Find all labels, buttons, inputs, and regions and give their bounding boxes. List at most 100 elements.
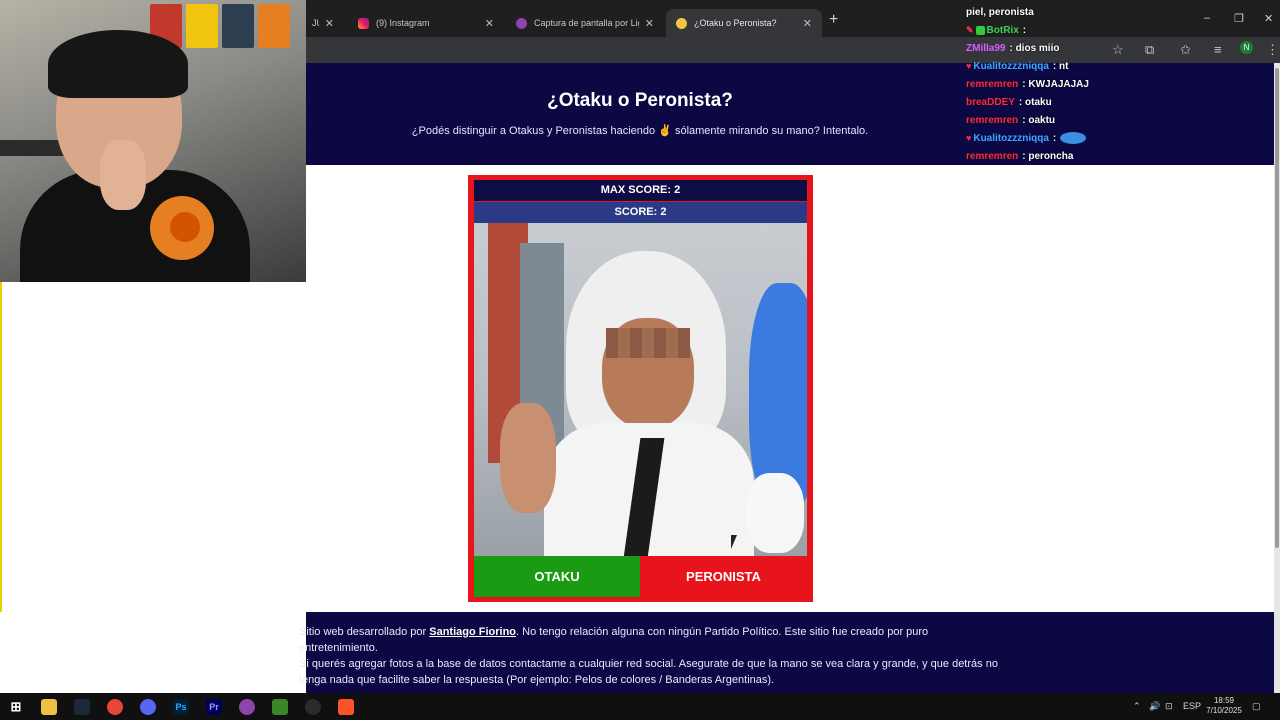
chat-message: piel, peronista [966,3,1146,21]
chat-text: dios miio [1015,42,1060,54]
chat-message: ♥ Kualitozzzniqqa: [966,129,1146,147]
chat-username: Kualitozzzniqqa [973,132,1049,144]
chat-text: peroncha [1028,150,1074,162]
brave-icon[interactable] [338,699,354,715]
new-tab-button[interactable]: + [829,11,838,29]
tab-close-icon[interactable]: ✕ [803,17,812,30]
steam-icon[interactable] [74,699,90,715]
footer-text: Sitio web desarrollado por [299,626,430,638]
scrollbar-thumb[interactable] [1275,68,1279,548]
chat-username: remremren [966,78,1019,90]
extensions-icon[interactable]: ⧉ [1145,42,1154,58]
windows-taskbar: ⊞ Ps Pr ⌃ 🔊 ⊡ ESP 18:59 7/10/2025 ▢ [0,693,1280,720]
game-card: MAX SCORE: 2 SCORE: 2 OTAKU PERONISTA [468,175,813,602]
minimize-button[interactable]: – [1204,12,1210,24]
network-icon[interactable]: ⊡ [1165,701,1173,712]
wall-poster [222,4,254,48]
tab-label: ¿Otaku o Peronista? [694,18,777,28]
tab-partial[interactable]: JUE ✕ [302,9,344,37]
chat-message: ♥ Kualitozzzniqqa: nt [966,57,1146,75]
wall-poster [186,4,218,48]
chat-separator: : [1022,24,1027,36]
microphone-grill [170,212,200,242]
tab-close-icon[interactable]: ✕ [645,17,654,30]
chat-username: Kualitozzzniqqa [973,60,1049,72]
tray-chevron-icon[interactable]: ⌃ [1133,701,1141,712]
volume-icon[interactable]: 🔊 [1149,701,1160,712]
tab-lightshot[interactable]: Captura de pantalla por Lightsh... ✕ [506,9,664,37]
chat-username: remremren [966,150,1019,162]
tab-instagram[interactable]: (9) Instagram ✕ [348,9,504,37]
streamer-hand [100,140,146,210]
photo-eye-blur [606,328,690,358]
chrome-icon[interactable] [107,699,123,715]
photo-glove-hand [746,473,804,553]
instagram-icon [358,17,369,29]
media-control-icon[interactable]: ≡ [1214,42,1222,57]
heart-badge-icon: ♥ [966,61,972,71]
page-left-margin [0,282,306,612]
app-icon[interactable] [239,699,255,715]
mouse-cursor-icon [731,535,743,549]
peronista-button[interactable]: PERONISTA [640,556,807,597]
chat-message: ZMilla99: dios miio [966,39,1146,57]
photoshop-icon[interactable]: Ps [173,699,189,715]
premiere-icon[interactable]: Pr [206,699,222,715]
streamer-hair [48,30,188,98]
footer-submit-info: Si querés agregar fotos a la base de dat… [299,658,998,686]
obs-icon[interactable] [305,699,321,715]
discord-icon[interactable] [140,699,156,715]
heart-badge-icon: ♥ [966,133,972,143]
language-indicator[interactable]: ESP [1183,701,1201,711]
stream-chat-overlay: piel, peronista ✎ BotRix: ZMilla99: dios… [966,3,1146,165]
author-link[interactable]: Santiago Fiorino [429,626,516,638]
pin-icon: ✎ [966,24,974,35]
subject-photo [474,223,807,556]
peace-hand-icon [676,17,687,29]
otaku-button[interactable]: OTAKU [474,556,640,597]
chat-message: remremren: peroncha [966,147,1146,165]
chat-username: ZMilla99 [966,42,1006,54]
lightshot-feather-icon [516,17,527,29]
current-score: SCORE: 2 [474,202,807,223]
clock-time: 18:59 [1213,696,1235,705]
site-footer: Sitio web desarrollado por Santiago Fior… [299,612,1274,693]
tab-close-icon[interactable]: ✕ [325,17,334,30]
tab-label: Captura de pantalla por Lightsh... [534,18,639,28]
chat-message: breaDDEY: otaku [966,93,1146,111]
file-explorer-icon[interactable] [41,699,57,715]
maximize-button[interactable]: ❐ [1234,12,1244,25]
chat-emote-icon [1060,132,1087,144]
close-window-button[interactable]: ✕ [1264,12,1273,25]
page-title: ¿Otaku o Peronista? [547,90,733,111]
menu-dots-icon[interactable]: ⋮ [1266,42,1279,58]
webcam-overlay [0,0,306,282]
chat-username: BotRix [986,24,1019,36]
tab-label: (9) Instagram [376,18,430,28]
chat-message: remremren: oaktu [966,111,1146,129]
chat-message: ✎ BotRix: [966,21,1146,39]
wall-poster [258,4,290,48]
chat-text: KWJAJAJAJ [1028,78,1089,90]
bookmarks-icon[interactable]: ✩ [1180,42,1191,58]
chat-message: remremren: KWJAJAJAJ [966,75,1146,93]
tab-label: JUE [312,18,319,28]
chat-text: otaku [1025,96,1052,108]
tab-close-icon[interactable]: ✕ [485,17,494,30]
footer-credits: Sitio web desarrollado por Santiago Fior… [299,624,999,656]
minecraft-icon[interactable] [272,699,288,715]
chat-text: oaktu [1028,114,1056,126]
chat-separator: : [1052,132,1057,144]
chat-username: remremren [966,114,1019,126]
profile-avatar[interactable]: N [1240,41,1253,54]
tab-otaku-peronista[interactable]: ¿Otaku o Peronista? ✕ [666,9,822,37]
chat-username: breaDDEY [966,96,1015,108]
verified-badge-icon [975,25,985,35]
chat-text: piel, peronista [966,6,1034,18]
windows-start-icon[interactable]: ⊞ [8,699,24,715]
notification-icon[interactable]: ▢ [1252,701,1261,712]
max-score: MAX SCORE: 2 [474,180,807,201]
system-clock[interactable]: 18:59 7/10/2025 [1205,696,1243,716]
chat-text: nt [1059,60,1069,72]
clock-date: 7/10/2025 [1206,706,1242,715]
